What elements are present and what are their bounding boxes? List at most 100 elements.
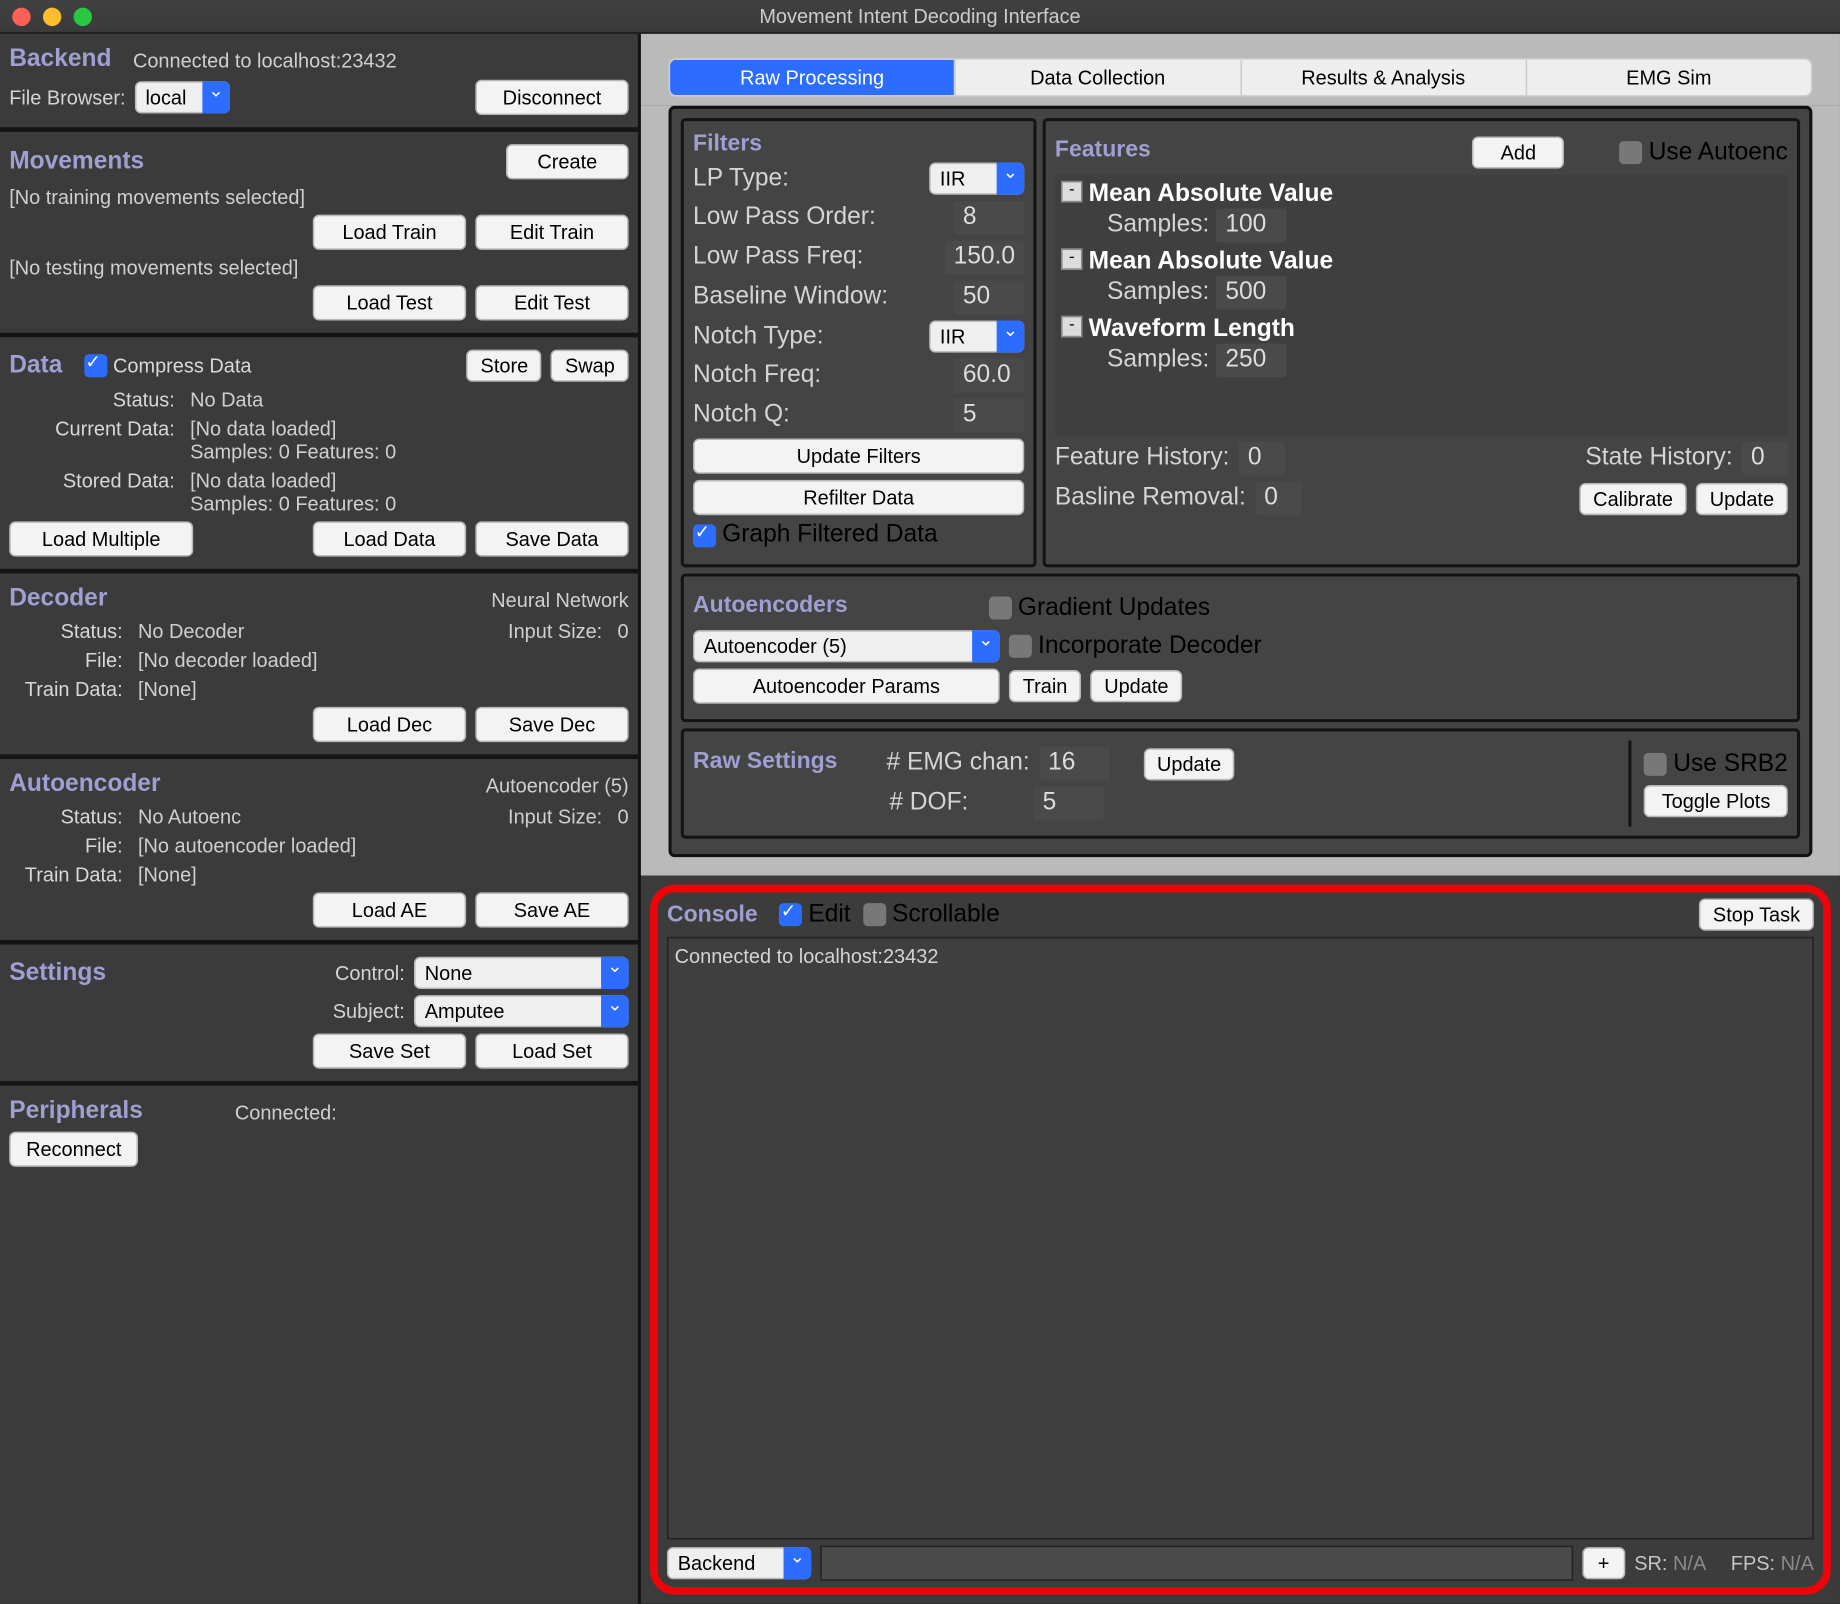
load-ae-button[interactable]: Load AE [313,892,466,927]
lp-type-select[interactable]: IIR [929,163,1024,195]
feature-history-input[interactable]: 0 [1239,442,1285,476]
tab-raw-processing[interactable]: Raw Processing [670,60,956,95]
control-label: Control: [335,961,405,984]
data-status-label: Status: [61,388,181,411]
notch-freq-label: Notch Freq: [693,362,821,390]
load-train-button[interactable]: Load Train [313,215,466,250]
autoenc-input-size-label: Input Size: [508,805,602,828]
console-add-button[interactable]: + [1582,1547,1625,1579]
console-scrollable-checkbox[interactable]: Scrollable [863,901,1000,929]
swap-button[interactable]: Swap [551,350,628,382]
refilter-data-button[interactable]: Refilter Data [693,480,1024,515]
load-data-button[interactable]: Load Data [313,521,466,556]
edit-train-button[interactable]: Edit Train [475,215,628,250]
save-set-button[interactable]: Save Set [313,1033,466,1068]
emg-chan-input[interactable]: 16 [1039,747,1110,781]
feature-samples-input[interactable]: 250 [1216,343,1287,377]
notch-q-input[interactable]: 5 [954,399,1025,433]
stop-task-button[interactable]: Stop Task [1699,899,1814,931]
stored-data-noload: [No data loaded] [190,469,396,492]
subject-label: Subject: [333,1000,405,1023]
feature-name: Waveform Length [1089,316,1295,344]
notch-freq-input[interactable]: 60.0 [954,359,1025,393]
notch-type-select[interactable]: IIR [929,320,1024,352]
disconnect-button[interactable]: Disconnect [475,80,628,115]
feature-history-label: Feature History: [1055,445,1230,473]
console-target-select[interactable]: Backend [667,1547,811,1579]
decoder-status-label: Status: [9,619,129,642]
console-command-input[interactable] [820,1546,1573,1581]
reconnect-button[interactable]: Reconnect [9,1132,138,1167]
feature-samples-input[interactable]: 100 [1216,209,1287,243]
dof-label: # DOF: [889,790,1024,818]
console-output[interactable]: Connected to localhost:23432 [667,937,1814,1540]
calibrate-button[interactable]: Calibrate [1579,482,1686,514]
raw-update-button[interactable]: Update [1143,747,1235,779]
feature-item: - Mean Absolute Value Samples: 500 [1061,248,1782,309]
tab-data-collection[interactable]: Data Collection [956,60,1242,95]
tab-emg-sim[interactable]: EMG Sim [1527,60,1811,95]
save-ae-button[interactable]: Save AE [475,892,628,927]
load-set-button[interactable]: Load Set [475,1033,628,1068]
decoder-status-value: No Decoder [138,619,244,642]
autoencoder-train-button[interactable]: Train [1009,670,1081,702]
autoenc-train-label: Train Data: [9,863,129,886]
save-data-button[interactable]: Save Data [475,521,628,556]
peripherals-connected-label: Connected: [235,1100,337,1123]
autoencoder-select[interactable]: Autoencoder (5) [693,630,1000,662]
file-browser-select[interactable]: local [135,81,230,113]
lp-freq-label: Low Pass Freq: [693,244,863,272]
sr-label: SR: [1634,1552,1667,1575]
autoencoder-params-button[interactable]: Autoencoder Params [693,669,1000,704]
store-button[interactable]: Store [467,350,542,382]
feature-name: Mean Absolute Value [1089,181,1333,209]
use-autoenc-checkbox[interactable]: Use Autoenc [1620,139,1788,167]
edit-test-button[interactable]: Edit Test [475,285,628,320]
save-dec-button[interactable]: Save Dec [475,707,628,742]
backend-connected-text: Connected to localhost:23432 [133,48,397,71]
decoder-file-value: [No decoder loaded] [138,649,318,672]
state-history-input[interactable]: 0 [1742,442,1788,476]
control-select[interactable]: None [414,957,629,989]
remove-feature-icon[interactable]: - [1061,181,1082,202]
autoenc-status-label: Status: [9,805,129,828]
load-test-button[interactable]: Load Test [313,285,466,320]
baseline-removal-input[interactable]: 0 [1255,481,1301,515]
remove-feature-icon[interactable]: - [1061,316,1082,337]
autoenc-heading: Autoencoder [9,771,160,799]
create-button[interactable]: Create [506,144,629,179]
autoenc-train-value: [None] [138,863,197,886]
dof-input[interactable]: 5 [1033,787,1104,821]
baseline-window-input[interactable]: 50 [954,281,1025,315]
console-edit-checkbox[interactable]: Edit [779,901,850,929]
feature-name: Mean Absolute Value [1089,248,1333,276]
decoder-input-size-label: Input Size: [508,619,602,642]
lp-order-input[interactable]: 8 [954,201,1025,235]
feature-samples-input[interactable]: 500 [1216,276,1287,310]
autoencoder-update-button[interactable]: Update [1090,670,1182,702]
graph-filtered-checkbox[interactable]: Graph Filtered Data [693,521,938,549]
lp-freq-input[interactable]: 150.0 [944,241,1024,275]
gradient-updates-checkbox[interactable]: Gradient Updates [989,594,1210,622]
toggle-plots-button[interactable]: Toggle Plots [1644,784,1788,816]
add-feature-button[interactable]: Add [1472,136,1564,168]
use-srb2-checkbox[interactable]: Use SRB2 [1644,751,1788,779]
feature-list[interactable]: - Mean Absolute Value Samples: 100 - Mea… [1055,175,1788,436]
fps-label: FPS: [1731,1552,1775,1575]
load-multiple-button[interactable]: Load Multiple [9,521,193,556]
baseline-removal-label: Basline Removal: [1055,485,1246,513]
tab-results-analysis[interactable]: Results & Analysis [1241,60,1527,95]
update-filters-button[interactable]: Update Filters [693,439,1024,474]
current-data-label: Current Data: [9,417,181,440]
compress-data-checkbox[interactable]: Compress Data [84,354,252,377]
features-update-button[interactable]: Update [1696,482,1788,514]
load-dec-button[interactable]: Load Dec [313,707,466,742]
data-status-value: No Data [190,388,263,411]
incorporate-decoder-checkbox[interactable]: Incorporate Decoder [1009,632,1262,660]
remove-feature-icon[interactable]: - [1061,248,1082,269]
emg-chan-label: # EMG chan: [887,750,1030,778]
subject-select[interactable]: Amputee [414,995,629,1027]
decoder-train-value: [None] [138,678,197,701]
raw-settings-heading: Raw Settings [693,747,837,773]
baseline-window-label: Baseline Window: [693,284,888,312]
